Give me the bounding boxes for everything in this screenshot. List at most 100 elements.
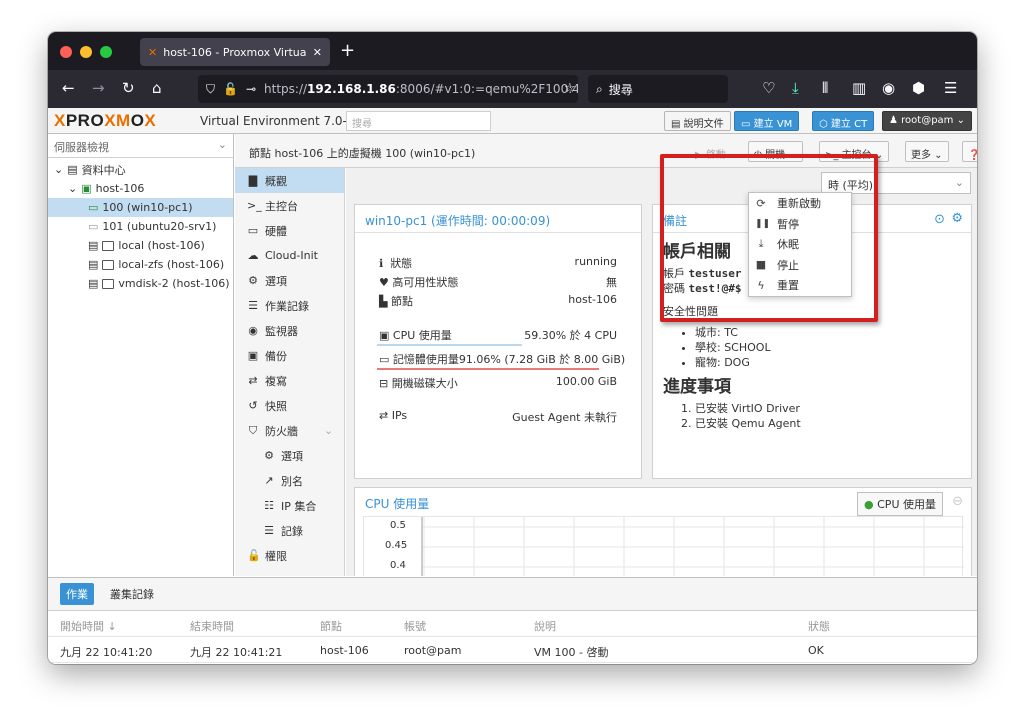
extension-icon[interactable]: ⬢ <box>912 79 925 97</box>
view-selector[interactable]: 伺服器檢視 ⌄ <box>48 134 233 158</box>
nav-monitor[interactable]: ◉ 監視器 <box>235 318 344 343</box>
gear-icon[interactable]: ⚙ <box>951 211 963 226</box>
close-window-button[interactable] <box>60 46 72 58</box>
forward-arrow-icon[interactable]: → <box>92 79 105 97</box>
close-tab-icon[interactable]: ✕ <box>313 46 322 59</box>
status-row: ℹ 狀態 running <box>379 255 617 270</box>
column-header[interactable]: 帳號 <box>404 618 426 634</box>
building-icon: ▙ <box>379 295 388 308</box>
collapse-icon: ⌄ <box>54 163 64 176</box>
maximize-window-button[interactable] <box>100 46 112 58</box>
menu-icon[interactable]: ☰ <box>944 79 957 97</box>
nav-cloud-init[interactable]: ☁ Cloud-Init <box>235 243 344 268</box>
browser-tab[interactable]: ✕ host-106 - Proxmox Virtual Envi ✕ <box>140 38 330 66</box>
column-header[interactable]: 說明 <box>534 618 556 634</box>
back-arrow-icon[interactable]: ← <box>62 79 75 97</box>
url-text: https://192.168.1.86:8006/#v1:0:=qemu%2F… <box>264 82 578 96</box>
storage-icon: ▤ <box>88 277 99 290</box>
tree-item-storage-vmdisk-2[interactable]: ▤ vmdisk-2 (host-106) <box>48 274 233 293</box>
nav-backup[interactable]: ▣ 備份 <box>235 343 344 368</box>
new-tab-button[interactable]: + <box>340 40 355 61</box>
more-button[interactable]: 更多 ⌄ <box>905 141 949 162</box>
table-row[interactable]: 九月 22 10:41:20 九月 22 10:41:21 host-106 r… <box>48 637 977 663</box>
search-input[interactable]: 搜尋 <box>346 111 491 131</box>
version-label: Virtual Environment 7.0-11 <box>200 114 363 128</box>
tree-item-vm-101[interactable]: ▭ 101 (ubuntu20-srv1) <box>48 217 233 236</box>
sidebar-icon[interactable]: ▥ <box>852 79 866 97</box>
info-icon: ℹ <box>379 257 384 270</box>
minimize-window-button[interactable] <box>80 46 92 58</box>
proxmox-favicon-icon: ✕ <box>148 45 158 59</box>
nav-task-history[interactable]: ☰ 作業記錄 <box>235 293 344 318</box>
column-header[interactable]: 狀態 <box>808 618 830 634</box>
library-icon[interactable]: ⫴ <box>822 79 828 97</box>
account-icon[interactable]: ◉ <box>882 79 895 97</box>
eye-icon: ◉ <box>248 324 258 337</box>
docs-button[interactable]: ▤ 說明文件 <box>664 111 731 131</box>
cloud-icon: ☁ <box>247 249 259 262</box>
cpu-row: ▣ CPU 使用量 59.30% 於 4 CPU <box>379 329 617 342</box>
nav-snapshots[interactable]: ↺ 快照 <box>235 393 344 418</box>
list-icon: ☰ <box>264 524 274 537</box>
cpu-icon: ▣ <box>379 329 390 342</box>
nav-permissions[interactable]: 🔓 權限 <box>235 543 344 568</box>
nav-firewall[interactable]: ⛉ 防火牆 ⌄ <box>235 418 344 443</box>
status-panel: win10-pc1 (運作時間: 00:00:09) ℹ 狀態 running ♥… <box>354 204 642 479</box>
chevron-down-icon: ⌄ <box>954 176 964 189</box>
nav-replication[interactable]: ⇄ 複寫 <box>235 368 344 393</box>
nav-firewall-options[interactable]: ⚙ 選項 <box>235 443 344 468</box>
cpu-usage-bar <box>377 344 522 346</box>
nav-firewall-alias[interactable]: ↗ 別名 <box>235 468 344 493</box>
chevron-right-circle-icon[interactable]: ⊙ <box>934 212 945 227</box>
reset-zoom-icon[interactable]: ⊖ <box>952 494 963 509</box>
tree-item-vm-100[interactable]: ▭ 100 (win10-pc1) <box>48 198 233 217</box>
nav-firewall-log[interactable]: ☰ 記錄 <box>235 518 344 543</box>
url-bar[interactable]: ⛉ 🔓 ⊸ https://192.168.1.86:8006/#v1:0:=q… <box>198 75 578 103</box>
create-ct-button[interactable]: ⬡ 建立 CT <box>812 111 875 131</box>
reload-icon[interactable]: ↻ <box>122 79 135 97</box>
nav-firewall-ipset[interactable]: ☷ IP 集合 <box>235 493 344 518</box>
retweet-icon: ⇄ <box>248 374 258 387</box>
vm-running-icon: ▭ <box>88 201 99 214</box>
home-icon[interactable]: ⌂ <box>152 79 162 97</box>
y-tick-label: 0.4 <box>390 560 406 571</box>
tree-item-datacenter[interactable]: ⌄ ▤ 資料中心 <box>48 160 233 179</box>
unlock-icon: 🔓 <box>247 549 261 562</box>
tree-item-storage-local-zfs[interactable]: ▤ local-zfs (host-106) <box>48 255 233 274</box>
window-controls <box>60 46 112 58</box>
nav-summary[interactable]: ▇ 概觀 <box>235 168 344 193</box>
create-vm-button[interactable]: ▭ 建立 VM <box>734 111 800 131</box>
bookmark-star-icon[interactable]: ☆ <box>564 81 576 96</box>
status-panel-title: win10-pc1 (運作時間: 00:00:09) <box>355 205 641 233</box>
nav-hardware[interactable]: ▭ 硬體 <box>235 218 344 243</box>
task-log-panel: 作業 叢集記錄 開始時間 ↓ 結束時間 節點 帳號 說明 狀態 九月 22 10… <box>48 577 977 664</box>
tab-tasks[interactable]: 作業 <box>60 583 94 605</box>
download-icon[interactable]: ⤓ <box>792 79 799 97</box>
nav-options[interactable]: ⚙ 選項 <box>235 268 344 293</box>
lock-warning-icon: 🔓 <box>223 82 238 96</box>
browser-window: ✕ host-106 - Proxmox Virtual Envi ✕ + ← … <box>48 32 977 664</box>
pocket-icon[interactable]: ♡ <box>762 79 775 97</box>
tree-item-storage-local[interactable]: ▤ local (host-106) <box>48 236 233 255</box>
disk-row: ⊟ 開機磁碟大小 100.00 GiB <box>379 375 617 390</box>
help-button[interactable]: ❓說明 <box>962 141 977 162</box>
column-header[interactable]: 節點 <box>320 618 342 634</box>
browser-nav-bar: ← → ↻ ⌂ ⛉ 🔓 ⊸ https://192.168.1.86:8006/… <box>48 70 977 108</box>
cpu-legend-button[interactable]: ● CPU 使用量 <box>857 492 943 516</box>
tab-cluster-log[interactable]: 叢集記錄 <box>104 583 160 605</box>
user-menu-button[interactable]: ♟ root@pam ⌄ <box>882 111 972 131</box>
shield-icon: ⛉ <box>248 423 258 437</box>
security-list: 城市: TC 學校: SCHOOL 寵物: DOG <box>663 325 961 370</box>
browser-search-bar[interactable]: ⌕ 搜尋 <box>588 75 728 103</box>
column-header[interactable]: 開始時間 ↓ <box>60 618 117 634</box>
column-header[interactable]: 結束時間 <box>190 618 234 634</box>
proxmox-logo: XPROXMOX <box>54 111 157 130</box>
shield-icon: ⛉ <box>206 81 216 96</box>
tree-item-node[interactable]: ⌄ ▣ host-106 <box>48 179 233 198</box>
cpu-chart-panel: CPU 使用量 ● CPU 使用量 ⊖ 0.5 0.45 0.4 <box>354 487 972 576</box>
memory-usage-bar <box>377 368 600 370</box>
list-item: 寵物: DOG <box>695 355 961 370</box>
ha-row: ♥ 高可用性狀態無 <box>379 276 617 289</box>
nav-console[interactable]: >_ 主控台 <box>235 193 344 218</box>
vm-nav-menu: ▇ 概觀 >_ 主控台 ▭ 硬體 ☁ Cloud-Init ⚙ 選項 ☰ 作業記錄 ◉ 監視器… <box>235 168 345 576</box>
